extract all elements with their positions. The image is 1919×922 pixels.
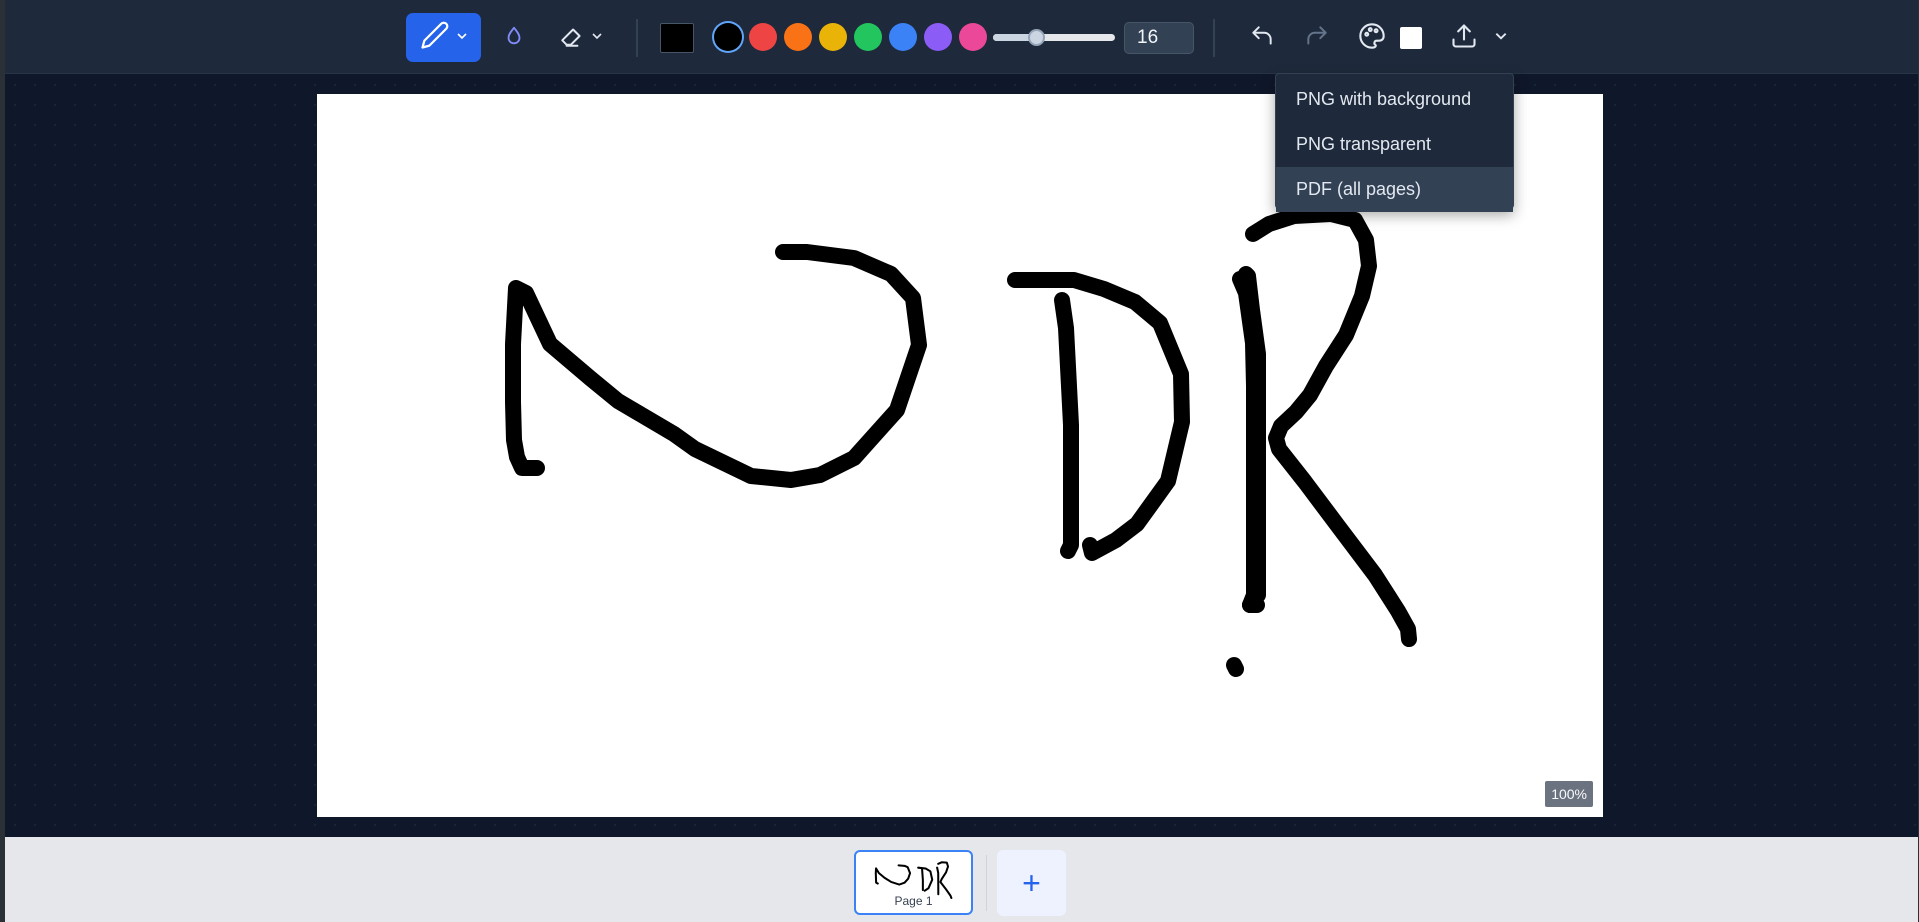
redo-icon — [1304, 23, 1330, 54]
eraser-tool-button[interactable] — [550, 20, 612, 56]
export-menu-item[interactable]: PDF (all pages) — [1276, 167, 1513, 212]
color-swatch[interactable] — [714, 23, 742, 51]
redo-button[interactable] — [1299, 20, 1335, 56]
color-swatch[interactable] — [889, 23, 917, 51]
strip-divider — [986, 855, 987, 911]
drawn-stroke — [1226, 657, 1244, 677]
toolbar-divider — [636, 19, 638, 57]
chevron-down-icon — [456, 29, 468, 47]
palette-icon — [1358, 22, 1386, 55]
brush-size-slider[interactable] — [993, 29, 1115, 46]
chevron-down-icon — [1494, 29, 1508, 48]
undo-icon — [1249, 23, 1275, 54]
eraser-icon — [559, 23, 585, 54]
background-color-button[interactable] — [1354, 20, 1390, 56]
current-color-swatch[interactable] — [660, 23, 694, 53]
background-color-swatch[interactable] — [1400, 27, 1422, 49]
export-button[interactable] — [1446, 20, 1512, 56]
drawn-stroke — [505, 244, 927, 488]
page-label: Page 1 — [894, 894, 933, 908]
undo-button[interactable] — [1244, 20, 1280, 56]
pen-icon — [420, 20, 450, 55]
slider-thumb[interactable] — [1028, 29, 1045, 46]
drawn-stroke — [1007, 272, 1190, 561]
chevron-down-icon — [591, 29, 603, 47]
page-strip: Page 1 + — [5, 837, 1918, 922]
color-swatch[interactable] — [959, 23, 987, 51]
brush-size-input[interactable] — [1124, 22, 1194, 54]
page-thumbnail[interactable]: Page 1 — [854, 850, 973, 915]
drawn-stroke — [1054, 292, 1079, 559]
color-swatch[interactable] — [749, 23, 777, 51]
export-menu-item[interactable]: PNG transparent — [1276, 122, 1513, 167]
export-menu: PNG with background PNG transparent PDF (a… — [1275, 73, 1514, 212]
drawn-stroke — [1245, 206, 1417, 647]
drawing-app: 100% PNG with backgroundPNG transparentP… — [5, 0, 1918, 922]
zoom-level-badge: 100% — [1545, 781, 1593, 807]
highlighter-icon — [503, 25, 525, 52]
toolbar — [5, 0, 1918, 74]
export-menu-item[interactable]: PNG with background — [1276, 77, 1513, 122]
workspace: 100% — [5, 75, 1918, 837]
highlighter-tool-button[interactable] — [496, 20, 532, 56]
color-swatch[interactable] — [854, 23, 882, 51]
color-swatch[interactable] — [784, 23, 812, 51]
upload-icon — [1450, 22, 1478, 55]
color-swatch[interactable] — [819, 23, 847, 51]
toolbar-divider — [1213, 19, 1215, 57]
pen-tool-button[interactable] — [406, 13, 481, 62]
add-page-button[interactable]: + — [997, 850, 1066, 916]
color-swatch[interactable] — [924, 23, 952, 51]
